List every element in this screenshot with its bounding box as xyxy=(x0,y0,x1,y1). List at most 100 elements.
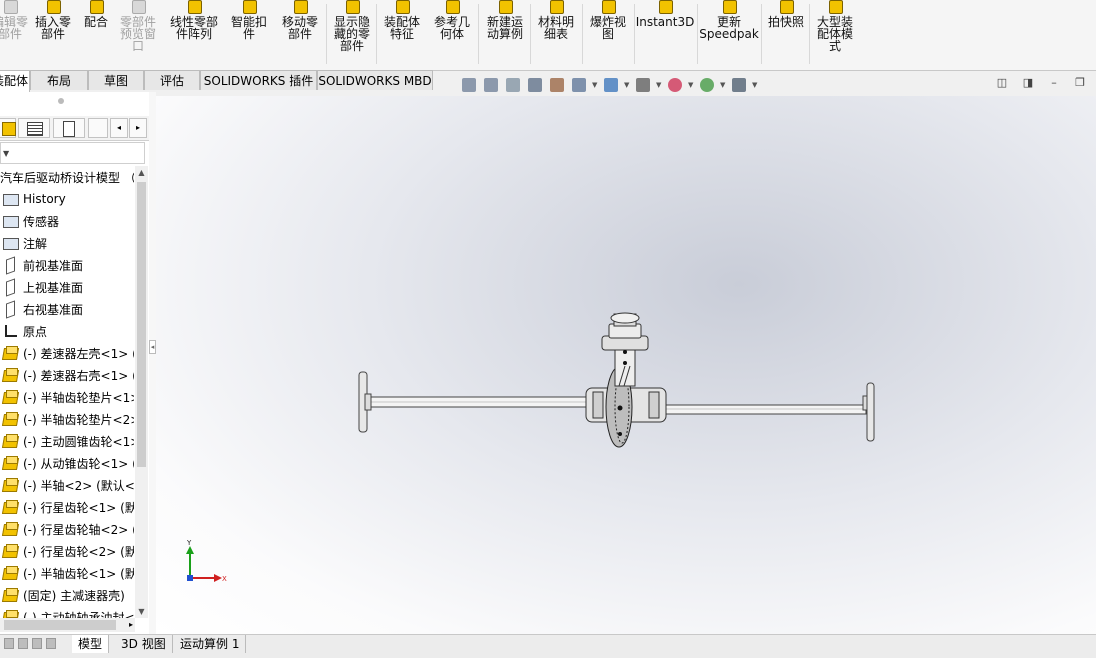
tree-item[interactable]: (-) 半轴<2> (默认< xyxy=(0,474,134,496)
tree-vertical-scrollbar[interactable]: ▲ ▼ xyxy=(135,166,148,618)
dim-xpert-tab[interactable] xyxy=(88,118,108,138)
dropdown-arrow-icon[interactable]: ▼ xyxy=(720,81,726,89)
edit-appearance-icon[interactable] xyxy=(666,76,684,94)
ribbon-button-16[interactable]: 大型装 配体模 式 xyxy=(812,0,858,68)
tree-horizontal-scrollbar[interactable]: ▸ xyxy=(0,618,135,632)
minimize-icon[interactable]: – xyxy=(1046,76,1062,90)
tree-item[interactable]: 上视基准面 xyxy=(0,276,134,298)
configuration-manager-tab[interactable] xyxy=(53,118,85,138)
tree-item[interactable]: (-) 从动锥齿轮<1> ( xyxy=(0,452,134,474)
tree-item[interactable]: (-) 主动轴轴承油封< xyxy=(0,606,134,618)
dropdown-arrow-icon[interactable]: ▼ xyxy=(752,81,758,89)
nav-prev-icon[interactable] xyxy=(18,638,28,649)
tree-item[interactable]: (-) 行星齿轮轴<2> ( xyxy=(0,518,134,540)
ribbon-button-0[interactable]: 编辑零 部件 xyxy=(0,0,30,68)
feature-manager-tab[interactable] xyxy=(0,118,16,138)
tree-item[interactable]: 右视基准面 xyxy=(0,298,134,320)
section-view-icon[interactable] xyxy=(526,76,544,94)
tree-item[interactable]: (-) 半轴齿轮垫片<2> xyxy=(0,408,134,430)
bottom-tab-2[interactable]: 运动算例 1 xyxy=(174,635,247,653)
panel-grip-icon[interactable] xyxy=(58,98,64,104)
graphics-area[interactable]: Y X xyxy=(156,96,1096,634)
right-half-shaft[interactable] xyxy=(645,404,867,415)
bottom-tab-1[interactable]: 3D 视图 xyxy=(115,635,173,653)
filter-dropdown-icon[interactable]: ▼ xyxy=(3,149,9,158)
ribbon-button-7[interactable]: 显示隐 藏的零 部件 xyxy=(327,0,377,68)
tree-item[interactable]: (-) 行星齿轮<1> (默 xyxy=(0,496,134,518)
dropdown-arrow-icon[interactable]: ▼ xyxy=(624,81,630,89)
display-style-icon[interactable] xyxy=(602,76,620,94)
tree-item[interactable]: 注解 xyxy=(0,232,134,254)
view-settings-icon[interactable] xyxy=(730,76,748,94)
tab-5[interactable]: SOLIDWORKS MBD xyxy=(317,70,433,90)
input-flange[interactable] xyxy=(610,312,640,324)
bottom-tab-0[interactable]: 模型 xyxy=(72,635,110,653)
dropdown-arrow-icon[interactable]: ▼ xyxy=(688,81,694,89)
ribbon-button-6[interactable]: 移动零 部件 xyxy=(275,0,325,68)
tree-item[interactable]: (-) 半轴齿轮<1> (默 xyxy=(0,562,134,584)
previous-view-icon[interactable] xyxy=(504,76,522,94)
coordinate-triad: Y X xyxy=(186,539,227,583)
restore-icon[interactable]: ❐ xyxy=(1072,76,1088,90)
ribbon-button-13[interactable]: Instant3D xyxy=(636,0,694,68)
dynamic-annotation-icon[interactable] xyxy=(548,76,566,94)
dropdown-arrow-icon[interactable]: ▼ xyxy=(592,81,598,89)
hscroll-thumb[interactable] xyxy=(4,620,116,630)
ribbon-button-12[interactable]: 爆炸视 图 xyxy=(585,0,631,68)
tab-0[interactable]: 装配体 xyxy=(0,70,30,92)
tabs-scroll-right-icon[interactable]: ▸ xyxy=(129,118,147,138)
ribbon-button-15[interactable]: 拍快照 xyxy=(764,0,808,68)
ribbon-button-14[interactable]: 更新 Speedpak xyxy=(699,0,759,68)
ribbon-button-11[interactable]: 材料明 细表 xyxy=(533,0,579,68)
tree-item[interactable]: (-) 差速器右壳<1> ( xyxy=(0,364,134,386)
ribbon-button-4[interactable]: 线性零部 件阵列 xyxy=(163,0,225,68)
property-manager-tab[interactable] xyxy=(18,118,50,138)
scroll-thumb[interactable] xyxy=(137,182,146,467)
nav-first-icon[interactable] xyxy=(4,638,14,649)
ribbon-button-9[interactable]: 参考几 何体 xyxy=(429,0,475,68)
panel-splitter[interactable]: ◂ xyxy=(149,92,156,634)
ribbon-button-1[interactable]: 插入零 部件 xyxy=(32,0,74,68)
dropdown-arrow-icon[interactable]: ▼ xyxy=(656,81,662,89)
right-flange[interactable] xyxy=(866,382,875,442)
tree-item-label: (-) 行星齿轮<2> (默 xyxy=(23,544,134,559)
tree-item[interactable]: (-) 主动圆锥齿轮<1> xyxy=(0,430,134,452)
ribbon-button-5[interactable]: 智能扣 件 xyxy=(226,0,272,68)
tree-root[interactable]: 汽车后驱动桥设计模型 （ xyxy=(0,166,134,188)
tab-4[interactable]: SOLIDWORKS 插件 xyxy=(200,70,317,90)
hide-show-icon[interactable] xyxy=(634,76,652,94)
nav-last-icon[interactable] xyxy=(46,638,56,649)
nav-next-icon[interactable] xyxy=(32,638,42,649)
tree-item[interactable]: (固定) 主减速器壳) xyxy=(0,584,134,606)
large-assembly-icon xyxy=(826,0,844,14)
scroll-up-icon[interactable]: ▲ xyxy=(135,166,148,179)
tree-item[interactable]: (-) 半轴齿轮垫片<1> xyxy=(0,386,134,408)
tile-left-icon[interactable]: ◫ xyxy=(994,76,1010,90)
tree-item[interactable]: (-) 行星齿轮<2> (默 xyxy=(0,540,134,562)
ribbon-button-8[interactable]: 装配体 特征 xyxy=(379,0,425,68)
tree-item[interactable]: 传感器 xyxy=(0,210,134,232)
ribbon-button-3[interactable]: 零部件 预览窗 口 xyxy=(115,0,161,68)
tree-item[interactable]: (-) 差速器左壳<1> ( xyxy=(0,342,134,364)
tab-1[interactable]: 布局 xyxy=(30,70,88,90)
zoom-area-icon[interactable] xyxy=(482,76,500,94)
tab-3[interactable]: 评估 xyxy=(144,70,200,90)
collapse-panel-icon[interactable]: ◂ xyxy=(149,340,156,354)
ribbon-separator xyxy=(478,4,479,64)
scroll-right-icon[interactable]: ▸ xyxy=(129,618,133,632)
zoom-to-fit-icon[interactable] xyxy=(460,76,478,94)
ribbon-button-10[interactable]: 新建运 动算例 xyxy=(481,0,529,68)
tree-item[interactable]: 前视基准面 xyxy=(0,254,134,276)
tile-right-icon[interactable]: ◨ xyxy=(1020,76,1036,90)
tab-2[interactable]: 草图 xyxy=(88,70,144,90)
view-orientation-icon[interactable] xyxy=(570,76,588,94)
tree-item[interactable]: 原点 xyxy=(0,320,134,342)
tree-item[interactable]: History xyxy=(0,188,134,210)
tabs-scroll-left-icon[interactable]: ◂ xyxy=(110,118,128,138)
sensor-icon xyxy=(2,213,20,229)
apply-scene-icon[interactable] xyxy=(698,76,716,94)
axle-assembly-model[interactable] xyxy=(156,96,1096,634)
tree-filter[interactable]: ▼ xyxy=(0,142,145,164)
scroll-down-icon[interactable]: ▼ xyxy=(135,605,148,618)
ribbon-button-2[interactable]: 配合 xyxy=(80,0,112,68)
